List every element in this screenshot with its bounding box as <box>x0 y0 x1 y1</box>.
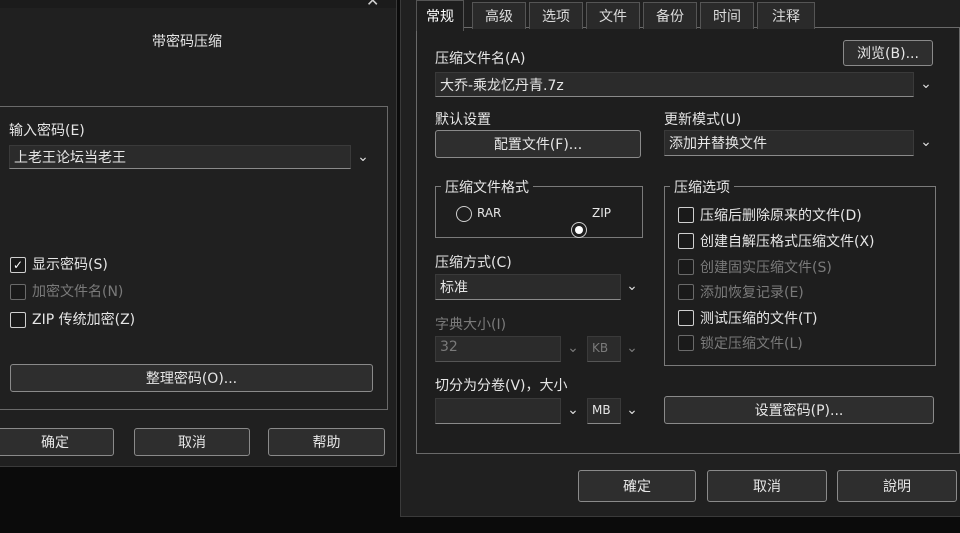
archive-help-button[interactable]: 說明 <box>837 470 957 502</box>
browse-button[interactable]: 浏览(B)... <box>843 40 933 66</box>
split-unit-select[interactable]: MB <box>587 398 621 424</box>
solid-checkbox[interactable] <box>678 259 694 275</box>
password-label: 输入密码(E) <box>9 123 85 139</box>
lock-archive-checkbox[interactable] <box>678 335 694 351</box>
dict-size-value: 32 <box>440 339 458 355</box>
tab-general[interactable]: 常规 <box>416 0 464 31</box>
archive-name-value: 大乔-乘龙忆丹青.7z <box>440 78 564 94</box>
recovery-record-checkbox[interactable] <box>678 284 694 300</box>
archive-name-label: 压缩文件名(A) <box>435 51 526 67</box>
split-size-dropdown[interactable]: ⌄ <box>562 399 584 421</box>
encrypt-filenames-checkbox[interactable] <box>10 284 26 300</box>
password-dropdown-button[interactable]: ⌄ <box>352 146 374 168</box>
recovery-record-label: 添加恢复记录(E) <box>700 285 804 301</box>
dict-size-dropdown[interactable]: ⌄ <box>562 337 584 359</box>
password-dialog-title: 带密码压缩 <box>152 34 222 50</box>
password-dialog-titlebar <box>0 0 396 8</box>
update-mode-select[interactable]: 添加并替换文件 <box>664 130 914 156</box>
method-dropdown[interactable]: ⌄ <box>621 275 643 297</box>
ok-button[interactable]: 确定 <box>0 428 114 456</box>
profiles-button[interactable]: 配置文件(F)... <box>435 130 641 158</box>
chevron-down-icon: ⌄ <box>626 402 638 418</box>
archive-name-input[interactable]: 大乔-乘龙忆丹青.7z <box>435 72 914 97</box>
dict-unit-dropdown[interactable]: ⌄ <box>621 337 643 359</box>
options-group-title: 压缩选项 <box>670 177 734 197</box>
format-zip-radio[interactable] <box>571 222 587 238</box>
tab-backup[interactable]: 备份 <box>643 2 697 29</box>
format-rar-label: RAR <box>477 206 502 220</box>
chevron-down-icon: ⌄ <box>567 340 579 356</box>
format-rar-radio[interactable] <box>456 206 472 222</box>
method-select[interactable]: 标准 <box>435 274 621 300</box>
encrypt-filenames-label: 加密文件名(N) <box>32 284 124 300</box>
split-label: 切分为分卷(V)，大小 <box>435 378 568 394</box>
close-icon[interactable]: ✕ <box>366 0 379 10</box>
chevron-down-icon: ⌄ <box>626 340 638 356</box>
archive-ok-button[interactable]: 確定 <box>578 470 696 502</box>
tab-time[interactable]: 时间 <box>700 2 754 29</box>
split-size-input[interactable] <box>435 398 561 424</box>
password-value: 上老王论坛当老王 <box>14 150 126 166</box>
set-password-button[interactable]: 设置密码(P)... <box>664 396 934 424</box>
solid-label: 创建固实压缩文件(S) <box>700 260 832 276</box>
update-mode-dropdown[interactable]: ⌄ <box>915 131 937 153</box>
sfx-checkbox[interactable] <box>678 233 694 249</box>
format-zip-label: ZIP <box>592 206 611 220</box>
delete-after-label: 压缩后删除原来的文件(D) <box>700 208 862 224</box>
dict-unit-select[interactable]: KB <box>587 336 621 362</box>
chevron-down-icon: ⌄ <box>920 76 932 92</box>
dict-size-select[interactable]: 32 <box>435 336 561 362</box>
chevron-down-icon: ⌄ <box>626 278 638 294</box>
chevron-down-icon: ⌄ <box>920 134 932 150</box>
split-unit-value: MB <box>592 403 611 417</box>
test-archive-checkbox[interactable] <box>678 310 694 326</box>
show-password-checkbox[interactable]: ✓ <box>10 257 26 273</box>
split-unit-dropdown[interactable]: ⌄ <box>621 399 643 421</box>
format-group-title: 压缩文件格式 <box>441 177 533 197</box>
archive-cancel-button[interactable]: 取消 <box>707 470 827 502</box>
chevron-down-icon: ⌄ <box>567 402 579 418</box>
lock-archive-label: 锁定压缩文件(L) <box>700 336 803 352</box>
organize-passwords-button[interactable]: 整理密码(O)... <box>10 364 373 392</box>
zip-legacy-label: ZIP 传统加密(Z) <box>32 312 136 328</box>
test-archive-label: 测试压缩的文件(T) <box>700 311 818 327</box>
tab-options[interactable]: 选项 <box>529 2 583 29</box>
tab-files[interactable]: 文件 <box>586 2 640 29</box>
tab-advanced[interactable]: 高级 <box>472 2 526 29</box>
help-button[interactable]: 帮助 <box>268 428 385 456</box>
update-mode-label: 更新模式(U) <box>664 112 742 128</box>
tab-comment[interactable]: 注释 <box>757 2 815 29</box>
show-password-label: 显示密码(S) <box>32 257 108 273</box>
update-mode-value: 添加并替换文件 <box>669 136 767 152</box>
default-settings-label: 默认设置 <box>435 112 491 128</box>
method-label: 压缩方式(C) <box>435 255 512 271</box>
method-value: 标准 <box>440 280 468 296</box>
delete-after-checkbox[interactable] <box>678 207 694 223</box>
chevron-down-icon: ⌄ <box>357 149 369 165</box>
password-input[interactable]: 上老王论坛当老王 <box>9 145 351 169</box>
cancel-button[interactable]: 取消 <box>134 428 250 456</box>
dict-unit-value: KB <box>592 341 609 355</box>
archive-name-dropdown[interactable]: ⌄ <box>915 73 937 95</box>
zip-legacy-checkbox[interactable] <box>10 312 26 328</box>
dict-size-label: 字典大小(I) <box>435 317 507 333</box>
sfx-label: 创建自解压格式压缩文件(X) <box>700 234 875 250</box>
